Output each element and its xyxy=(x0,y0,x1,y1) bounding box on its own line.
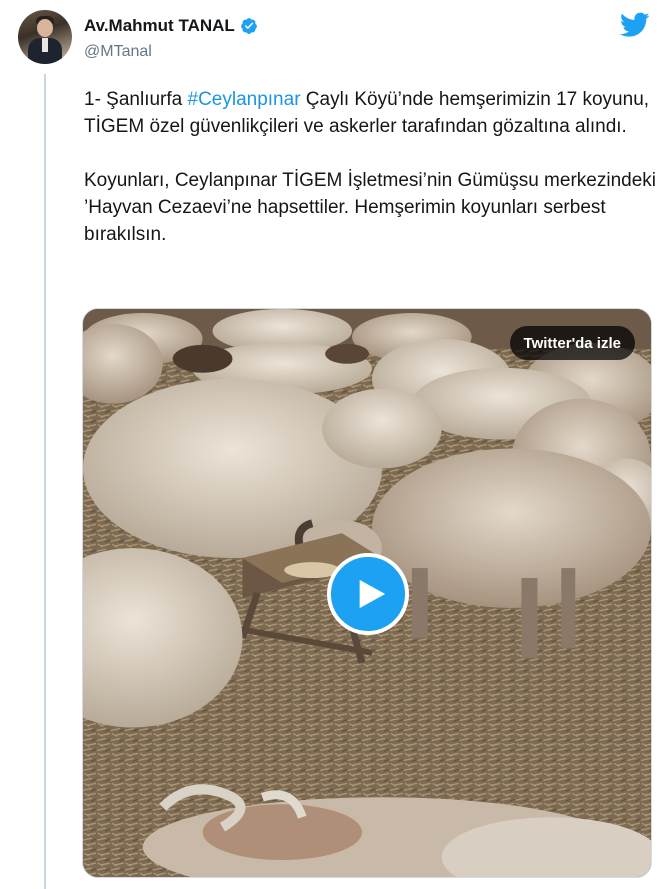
twitter-bird-icon[interactable] xyxy=(620,12,650,38)
tweet-text: 1- Şanlıurfa #Ceylanpınar Çaylı Köyü’nde… xyxy=(84,86,659,275)
tweet-paragraph-2: Koyunları, Ceylanpınar TİGEM İşletmesi’n… xyxy=(84,170,656,245)
play-icon xyxy=(359,579,386,609)
thread-line xyxy=(44,74,46,889)
play-button[interactable] xyxy=(327,553,409,635)
avatar[interactable] xyxy=(18,10,72,64)
hashtag-link[interactable]: #Ceylanpınar xyxy=(188,89,301,110)
tweet-paragraph-1: 1- Şanlıurfa #Ceylanpınar Çaylı Köyü’nde… xyxy=(84,86,659,140)
video-player[interactable]: Twitter'da izle xyxy=(82,308,652,878)
author-name-row[interactable]: Av.Mahmut TANAL xyxy=(84,16,258,36)
watch-on-twitter-button[interactable]: Twitter'da izle xyxy=(509,326,635,360)
author-name[interactable]: Av.Mahmut TANAL xyxy=(84,16,235,36)
tweet-text-prefix: 1- Şanlıurfa xyxy=(84,89,188,110)
verified-badge-icon xyxy=(240,18,257,34)
author-handle[interactable]: @MTanal xyxy=(84,43,152,61)
